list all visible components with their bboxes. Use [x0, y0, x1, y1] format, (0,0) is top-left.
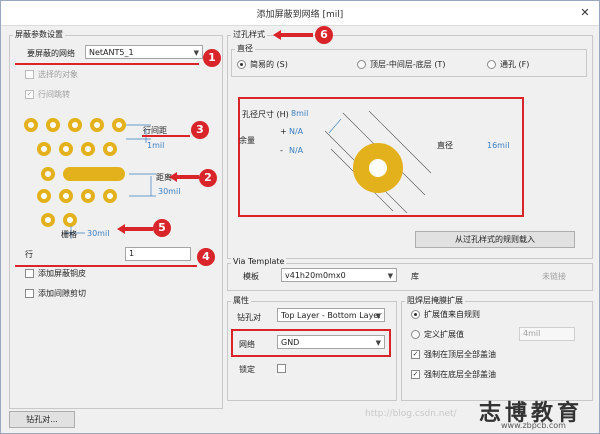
via-ring-icon [353, 143, 403, 193]
hole-size-value: 8mil [291, 109, 309, 118]
close-icon[interactable]: ✕ [577, 5, 593, 21]
template-label: 模板 [243, 272, 259, 281]
locked-label: 锁定 [239, 365, 255, 374]
via-template-title: Via Template [231, 257, 287, 266]
radio-full[interactable] [487, 60, 496, 69]
annotation-badge-6: 6 [315, 26, 333, 44]
watermark-url: http://blog.csdn.net/ [365, 409, 457, 419]
library-label: 库 [411, 272, 419, 281]
add-gap-cut-label: 添加间隙剪切 [38, 289, 86, 298]
tolerance-plus-sign: + [280, 127, 287, 136]
load-from-rules-button[interactable]: 从过孔样式的规则载入 [415, 231, 575, 248]
rows-label: 行 [25, 250, 33, 259]
properties-title: 属性 [231, 295, 251, 306]
solder-mask-title: 阻焊层掩膜扩展 [405, 295, 465, 306]
prop-net-select-value: GND [281, 338, 300, 347]
watermark-site: www.zbpcb.com [501, 421, 566, 430]
chevron-down-icon: ▼ [375, 312, 381, 320]
locked-checkbox[interactable] [277, 364, 286, 373]
radio-simple-label: 简易的 (S) [250, 60, 288, 69]
diameter-group-title: 直径 [235, 43, 255, 54]
radio-top-mid-bottom[interactable] [357, 60, 366, 69]
row-spacing-value: 1mil [147, 141, 165, 150]
force-bottom-tent-label: 强制在底层全部盖油 [424, 370, 496, 379]
force-bottom-tent-checkbox[interactable]: ✓ [411, 370, 420, 379]
template-select[interactable]: v41h20m0mx0 ▼ [281, 268, 397, 282]
prop-net-select[interactable]: GND ▼ [277, 335, 385, 349]
chevron-down-icon: ▼ [387, 272, 393, 280]
drill-pair-label: 钻孔对 [237, 313, 261, 322]
prop-net-label: 网络 [239, 340, 255, 349]
drill-pair-select-value: Top Layer - Bottom Layer [281, 311, 382, 320]
annotation-badge-4: 4 [197, 248, 215, 266]
dialog-window: 添加屏蔽到网络 [mil] ✕ 屏蔽参数设置 要屏蔽的网络 NetANT5_1 … [0, 0, 600, 434]
tolerance-minus-value: N/A [289, 146, 304, 155]
template-select-value: v41h20m0mx0 [285, 271, 346, 280]
tolerance-minus-sign: - [280, 146, 283, 155]
add-shield-copper-checkbox[interactable] [25, 269, 34, 278]
distance-value: 30mil [158, 187, 181, 196]
tolerance-label: 余量 [239, 136, 255, 145]
grid-value: 30mil [87, 229, 110, 238]
add-gap-cut-checkbox[interactable] [25, 289, 34, 298]
tolerance-plus-value: N/A [289, 127, 304, 136]
mask-manual-input[interactable]: 4mil [519, 327, 575, 341]
add-shield-copper-label: 添加屏蔽铜皮 [38, 269, 86, 278]
hole-size-label: 孔径尺寸 (H) [242, 110, 289, 119]
annotation-badge-5: 5 [153, 219, 171, 237]
radio-mask-from-rule-label: 扩展值来自规则 [424, 310, 480, 319]
radio-simple[interactable] [237, 60, 246, 69]
force-top-tent-label: 强制在顶层全部盖油 [424, 350, 496, 359]
drill-pairs-button[interactable]: 钻孔对... [9, 411, 75, 428]
annotation-badge-3: 3 [191, 121, 209, 139]
radio-mask-manual-label: 定义扩展值 [424, 330, 464, 339]
radio-top-mid-bottom-label: 顶层-中间层-底层 (T) [370, 60, 446, 69]
annotation-underline-4 [15, 265, 197, 267]
radio-mask-manual[interactable] [411, 330, 420, 339]
radio-mask-from-rule[interactable] [411, 310, 420, 319]
radio-full-label: 通孔 (F) [500, 60, 530, 69]
chevron-down-icon: ▼ [375, 339, 381, 347]
library-value: 未链接 [542, 272, 566, 281]
drill-pair-select[interactable]: Top Layer - Bottom Layer ▼ [277, 308, 385, 322]
annotation-arrow-6 [273, 30, 313, 40]
annotation-arrow-5 [117, 224, 153, 234]
annotation-underline-3 [142, 135, 190, 137]
grid-label: 栅格 [61, 230, 77, 239]
force-top-tent-checkbox[interactable]: ✓ [411, 350, 420, 359]
diameter-label: 直径 [437, 141, 453, 150]
diameter-value: 16mil [487, 141, 510, 150]
annotation-badge-2: 2 [199, 169, 217, 187]
via-style-title: 过孔样式 [231, 29, 267, 40]
rows-input[interactable]: 1 [125, 247, 191, 261]
annotation-arrow-2 [169, 172, 199, 182]
